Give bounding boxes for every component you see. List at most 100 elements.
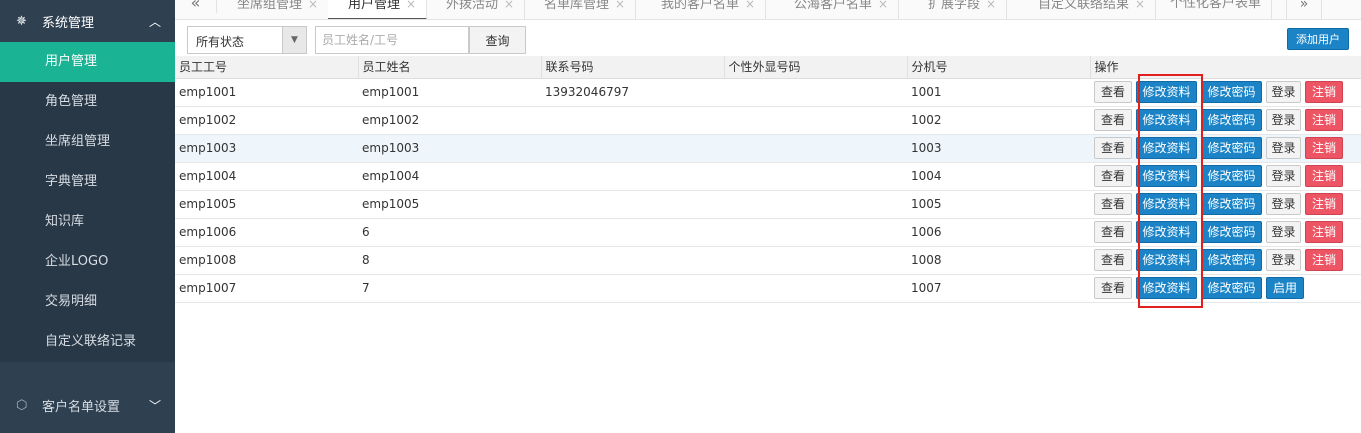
- deactivate-button[interactable]: 注销: [1305, 249, 1343, 271]
- change-password-button[interactable]: 修改密码: [1201, 221, 1262, 243]
- change-password-button[interactable]: 修改密码: [1201, 165, 1262, 187]
- sidebar-item[interactable]: 知识库: [0, 202, 175, 242]
- chevron-down-icon[interactable]: ▼: [282, 27, 306, 53]
- enable-button[interactable]: 启用: [1266, 277, 1304, 299]
- cell-phone: [541, 274, 724, 303]
- close-icon[interactable]: ×: [878, 0, 888, 11]
- close-icon[interactable]: ×: [745, 0, 755, 11]
- change-password-button[interactable]: 修改密码: [1201, 109, 1262, 131]
- change-password-button[interactable]: 修改密码: [1201, 137, 1262, 159]
- edit-profile-button[interactable]: 修改资料: [1136, 109, 1197, 131]
- view-button[interactable]: 查看: [1094, 221, 1132, 243]
- tab-label: 名单库管理: [544, 0, 610, 12]
- cell-actions: 查看 修改资料 修改密码 登录 注销: [1090, 218, 1361, 247]
- tab-scroll-right-icon[interactable]: »: [1286, 0, 1322, 19]
- login-button[interactable]: 登录: [1266, 81, 1301, 103]
- close-icon[interactable]: ×: [504, 0, 514, 11]
- edit-profile-button[interactable]: 修改资料: [1136, 165, 1197, 187]
- login-button[interactable]: 登录: [1266, 165, 1301, 187]
- cell-id: emp1008: [175, 246, 358, 275]
- deactivate-button[interactable]: 注销: [1305, 137, 1343, 159]
- close-icon[interactable]: ×: [615, 0, 625, 11]
- login-button[interactable]: 登录: [1266, 193, 1301, 215]
- view-button[interactable]: 查看: [1094, 277, 1132, 299]
- cell-display: [724, 246, 907, 275]
- tab[interactable]: 公海客户名单 ×: [774, 0, 900, 19]
- deactivate-button[interactable]: 注销: [1305, 109, 1343, 131]
- cell-display: [724, 218, 907, 247]
- sidebar-item[interactable]: 用户管理: [0, 42, 175, 82]
- sidebar-section-system[interactable]: ✵ 系统管理 ︿: [0, 0, 175, 42]
- add-user-button[interactable]: 添加用户: [1287, 28, 1349, 50]
- deactivate-button[interactable]: 注销: [1305, 193, 1343, 215]
- col-header-phone: 联系号码: [541, 56, 725, 79]
- login-button[interactable]: 登录: [1266, 221, 1301, 243]
- deactivate-button[interactable]: 注销: [1305, 221, 1343, 243]
- view-button[interactable]: 查看: [1094, 81, 1132, 103]
- filter-toolbar: 所有状态 ▼ 查询 添加用户: [175, 24, 1361, 56]
- tab-label: 外拨活动: [446, 0, 499, 12]
- cell-ext: 1001: [907, 78, 1090, 107]
- sidebar-item[interactable]: 企业LOGO: [0, 242, 175, 282]
- status-select[interactable]: 所有状态 ▼: [187, 26, 307, 54]
- cell-phone: [541, 190, 724, 219]
- employee-search-input[interactable]: [315, 26, 469, 54]
- cell-ext: 1005: [907, 190, 1090, 219]
- sidebar-item[interactable]: 自定义联络记录: [0, 322, 175, 362]
- cell-ext: 1007: [907, 274, 1090, 303]
- tab[interactable]: 外拨活动 ×: [426, 0, 526, 19]
- edit-profile-button[interactable]: 修改资料: [1136, 277, 1197, 299]
- sidebar-item[interactable]: 坐席组管理: [0, 122, 175, 162]
- login-button[interactable]: 登录: [1266, 137, 1301, 159]
- cell-ext: 1003: [907, 134, 1090, 163]
- cell-id: emp1006: [175, 218, 358, 247]
- col-header-extension: 分机号: [907, 56, 1091, 79]
- edit-profile-button[interactable]: 修改资料: [1136, 193, 1197, 215]
- sidebar-section-customer-list[interactable]: ⬡ 客户名单设置 ﹀: [0, 382, 175, 428]
- sidebar-item[interactable]: 角色管理: [0, 82, 175, 122]
- login-button[interactable]: 登录: [1266, 249, 1301, 271]
- view-button[interactable]: 查看: [1094, 165, 1132, 187]
- change-password-button[interactable]: 修改密码: [1201, 193, 1262, 215]
- cell-actions: 查看 修改资料 修改密码 登录 注销: [1090, 162, 1361, 191]
- edit-profile-button[interactable]: 修改资料: [1136, 137, 1197, 159]
- tab[interactable]: 个性化客户表单: [1150, 0, 1273, 19]
- view-button[interactable]: 查看: [1094, 109, 1132, 131]
- tab[interactable]: 名单库管理 ×: [524, 0, 637, 19]
- tab-scroll-left-icon[interactable]: «: [175, 0, 217, 13]
- cube-icon: ⬡: [16, 397, 28, 413]
- tab[interactable]: 我的客户名单 ×: [641, 0, 767, 19]
- table-row: emp1002 emp1002 1002 查看 修改资料 修改密码 登录 注销: [175, 106, 1361, 135]
- tab[interactable]: 扩展字段 ×: [908, 0, 1008, 19]
- change-password-button[interactable]: 修改密码: [1201, 81, 1262, 103]
- tab[interactable]: 自定义联络结果 ×: [1018, 0, 1157, 19]
- query-button[interactable]: 查询: [469, 26, 526, 54]
- cell-actions: 查看 修改资料 修改密码 登录 注销: [1090, 134, 1361, 163]
- deactivate-button[interactable]: 注销: [1305, 81, 1343, 103]
- close-icon[interactable]: ×: [986, 0, 996, 11]
- tab[interactable]: 坐席组管理 ×: [217, 0, 330, 19]
- edit-profile-button[interactable]: 修改资料: [1136, 249, 1197, 271]
- close-icon[interactable]: ×: [406, 0, 416, 11]
- cell-name: emp1003: [358, 134, 541, 163]
- close-icon[interactable]: ×: [1135, 0, 1145, 11]
- sidebar-item[interactable]: 交易明细: [0, 282, 175, 322]
- close-icon[interactable]: ×: [308, 0, 318, 11]
- row-actions: 查看 修改资料 修改密码 登录 注销: [1094, 221, 1361, 243]
- cell-display: [724, 162, 907, 191]
- view-button[interactable]: 查看: [1094, 249, 1132, 271]
- login-button[interactable]: 登录: [1266, 109, 1301, 131]
- edit-profile-button[interactable]: 修改资料: [1136, 81, 1197, 103]
- change-password-button[interactable]: 修改密码: [1201, 249, 1262, 271]
- sidebar-item[interactable]: 字典管理: [0, 162, 175, 202]
- change-password-button[interactable]: 修改密码: [1201, 277, 1262, 299]
- edit-profile-button[interactable]: 修改资料: [1136, 221, 1197, 243]
- view-button[interactable]: 查看: [1094, 193, 1132, 215]
- cell-actions: 查看 修改资料 修改密码 登录 注销: [1090, 190, 1361, 219]
- cell-ext: 1006: [907, 218, 1090, 247]
- tab-bar: « 坐席组管理 × 用户管理 × 外拨活动 × 名单库管理 × 我的客户名单 × 公海客户名单 × 扩展…: [175, 0, 1361, 20]
- view-button[interactable]: 查看: [1094, 137, 1132, 159]
- cell-name: 8: [358, 246, 541, 275]
- tab[interactable]: 用户管理 ×: [328, 0, 428, 19]
- deactivate-button[interactable]: 注销: [1305, 165, 1343, 187]
